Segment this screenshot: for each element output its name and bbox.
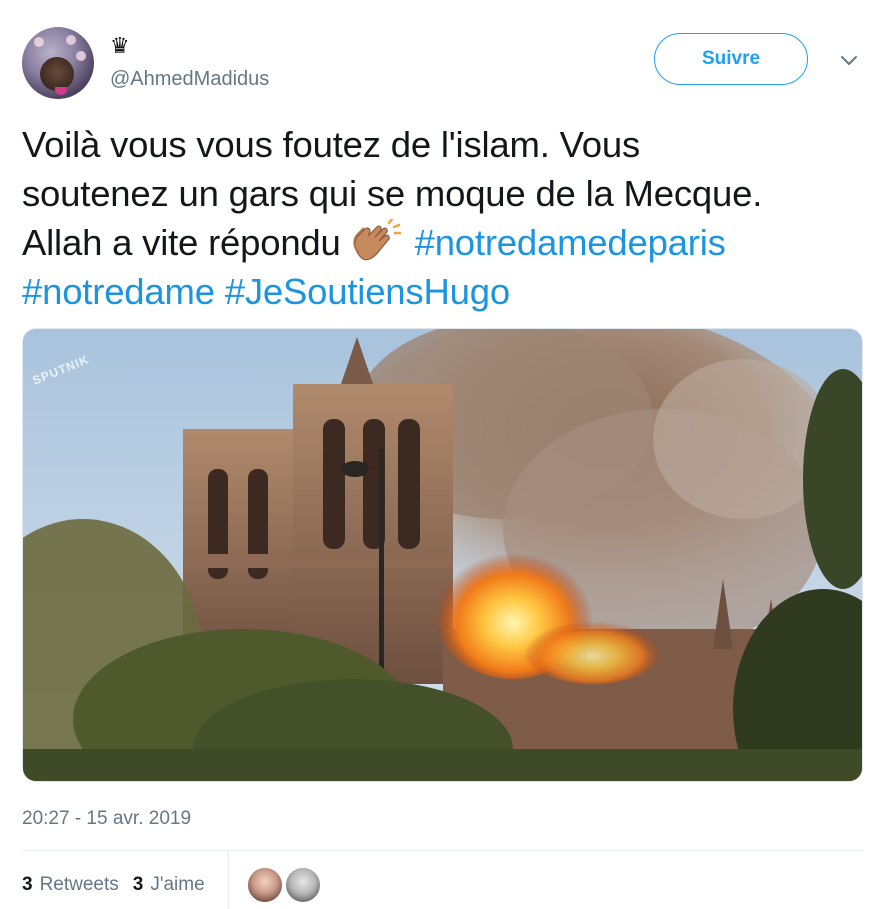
avatar-decoration bbox=[34, 37, 44, 47]
tweet-card: ♛ @AhmedMadidus Suivre Voilà vous vous f… bbox=[0, 0, 896, 909]
clapping-hands-icon bbox=[353, 219, 401, 261]
tweet-text: Voilà vous vous foutez de l'islam. Vous … bbox=[22, 120, 872, 316]
tweet-text-line: Voilà vous vous foutez de l'islam. Vous bbox=[22, 124, 640, 165]
hashtag-link[interactable]: #notredame bbox=[22, 271, 215, 312]
divider bbox=[22, 850, 863, 851]
avatar-tongue bbox=[55, 87, 67, 95]
crown-icon: ♛ bbox=[110, 33, 130, 58]
tweet-photo[interactable]: SPUTNIK bbox=[22, 328, 863, 782]
tweet-stats: 3 Retweets 3 J'aime bbox=[22, 874, 219, 896]
display-name[interactable]: ♛ bbox=[110, 34, 130, 58]
cathedral-fire-image bbox=[23, 329, 862, 781]
likes-count: 3 bbox=[132, 874, 144, 895]
hashtag-link[interactable]: #notredamedeparis bbox=[415, 222, 726, 263]
retweets-count: 3 bbox=[22, 874, 33, 895]
avatar-decoration bbox=[66, 35, 76, 45]
chevron-down-icon[interactable] bbox=[836, 50, 862, 70]
retweets-stat[interactable]: 3 Retweets bbox=[22, 874, 119, 896]
likes-stat[interactable]: 3 J'aime bbox=[133, 874, 205, 896]
user-avatar[interactable] bbox=[22, 27, 94, 99]
liker-avatar[interactable] bbox=[284, 866, 322, 904]
hashtag-link[interactable]: #JeSoutiensHugo bbox=[225, 271, 510, 312]
tweet-text-line: Allah a vite répondu #notredamedeparis bbox=[22, 218, 872, 267]
avatar-face bbox=[40, 57, 74, 91]
tweet-timestamp[interactable]: 20:27 - 15 avr. 2019 bbox=[22, 808, 191, 830]
likes-label: J'aime bbox=[150, 874, 205, 895]
liker-avatar[interactable] bbox=[246, 866, 284, 904]
stats-separator bbox=[228, 852, 229, 909]
tweet-text-line: soutenez un gars qui se moque de la Mecq… bbox=[22, 173, 763, 214]
avatar-decoration bbox=[76, 51, 86, 61]
follow-button[interactable]: Suivre bbox=[654, 33, 808, 85]
tweet-text-line: #notredame #JeSoutiensHugo bbox=[22, 267, 872, 316]
retweets-label: Retweets bbox=[39, 874, 119, 895]
tweet-text-segment: Allah a vite répondu bbox=[22, 222, 341, 263]
user-handle[interactable]: @AhmedMadidus bbox=[110, 68, 269, 91]
